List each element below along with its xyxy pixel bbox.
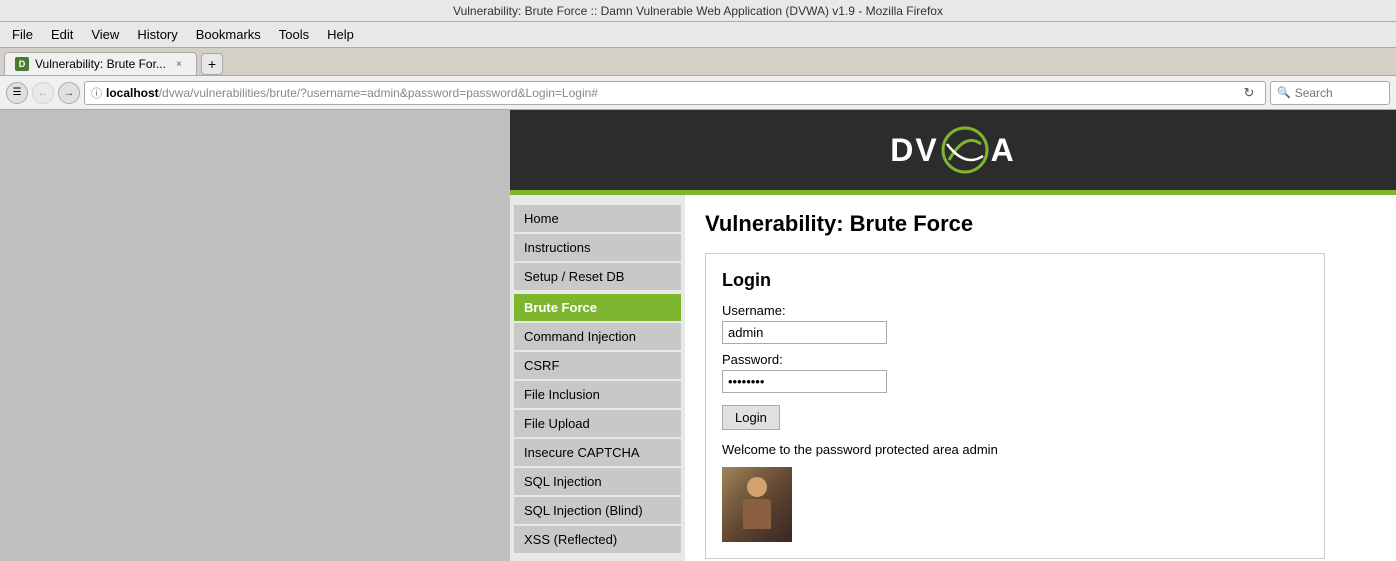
dvwa-logo-text2: A <box>991 132 1016 169</box>
sidebar-item-brute-force[interactable]: Brute Force <box>514 294 681 321</box>
menu-history[interactable]: History <box>129 25 185 44</box>
address-url: localhost/dvwa/vulnerabilities/brute/?us… <box>106 86 1235 100</box>
sidebar-item-file-upload[interactable]: File Upload <box>514 410 681 437</box>
back-button[interactable]: ← <box>32 82 54 104</box>
sidebar-section-vulns: Brute Force Command Injection CSRF File … <box>510 294 685 553</box>
info-icon: ⓘ <box>91 85 102 101</box>
address-bar: ☰ ← → ⓘ localhost/dvwa/vulnerabilities/b… <box>0 76 1396 110</box>
menu-help[interactable]: Help <box>319 25 362 44</box>
sidebar-item-instructions[interactable]: Instructions <box>514 234 681 261</box>
sidebar-item-setup[interactable]: Setup / Reset DB <box>514 263 681 290</box>
sidebar-item-insecure-captcha[interactable]: Insecure CAPTCHA <box>514 439 681 466</box>
user-image <box>722 467 792 542</box>
menu-bookmarks[interactable]: Bookmarks <box>188 25 269 44</box>
password-input[interactable] <box>722 370 887 393</box>
page-wrapper: DV A Home Instructions Setup / Reset DB <box>0 110 1396 561</box>
tab-close-button[interactable]: × <box>172 57 186 71</box>
menu-view[interactable]: View <box>83 25 127 44</box>
person-silhouette <box>737 477 777 532</box>
active-tab[interactable]: D Vulnerability: Brute For... × <box>4 52 197 75</box>
new-tab-button[interactable]: + <box>201 53 223 75</box>
login-button[interactable]: Login <box>722 405 780 430</box>
sidebar-item-sql-injection-blind[interactable]: SQL Injection (Blind) <box>514 497 681 524</box>
dvwa-header: DV A <box>510 110 1396 190</box>
sidebar-item-command-injection[interactable]: Command Injection <box>514 323 681 350</box>
welcome-text: Welcome to the password protected area a… <box>722 442 1308 457</box>
dvwa-swoosh-icon <box>939 124 991 176</box>
menu-file[interactable]: File <box>4 25 41 44</box>
tab-favicon: D <box>15 57 29 71</box>
forward-button[interactable]: → <box>58 82 80 104</box>
left-panel <box>0 110 510 561</box>
login-box: Login Username: Password: Login Welcome … <box>705 253 1325 559</box>
sidebar-item-home[interactable]: Home <box>514 205 681 232</box>
sidebar-item-csrf[interactable]: CSRF <box>514 352 681 379</box>
title-bar: Vulnerability: Brute Force :: Damn Vulne… <box>0 0 1396 22</box>
title-text: Vulnerability: Brute Force :: Damn Vulne… <box>453 4 943 18</box>
url-host: localhost <box>106 86 159 100</box>
menu-edit[interactable]: Edit <box>43 25 81 44</box>
sidebar: Home Instructions Setup / Reset DB Brute… <box>510 195 685 561</box>
search-input[interactable] <box>1295 86 1375 100</box>
tab-bar: D Vulnerability: Brute For... × + <box>0 48 1396 76</box>
content-area: Home Instructions Setup / Reset DB Brute… <box>510 195 1396 561</box>
address-input-wrapper[interactable]: ⓘ localhost/dvwa/vulnerabilities/brute/?… <box>84 81 1266 105</box>
dvwa-logo: DV A <box>890 124 1016 176</box>
search-icon: 🔍 <box>1277 86 1291 99</box>
dvwa-logo-text: DV <box>890 132 938 169</box>
search-box[interactable]: 🔍 <box>1270 81 1390 105</box>
menu-tools[interactable]: Tools <box>271 25 317 44</box>
sidebar-item-xss-reflected[interactable]: XSS (Reflected) <box>514 526 681 553</box>
main-content: Vulnerability: Brute Force Login Usernam… <box>685 195 1396 561</box>
url-path: /dvwa/vulnerabilities/brute/?username=ad… <box>159 86 598 100</box>
password-label: Password: <box>722 352 1308 367</box>
sidebar-section-main: Home Instructions Setup / Reset DB <box>510 205 685 290</box>
person-head <box>747 477 767 497</box>
tab-label: Vulnerability: Brute For... <box>35 57 166 71</box>
page-title: Vulnerability: Brute Force <box>705 211 1376 237</box>
reload-button[interactable]: ↻ <box>1239 83 1259 103</box>
profile-button[interactable]: ☰ <box>6 82 28 104</box>
sidebar-item-file-inclusion[interactable]: File Inclusion <box>514 381 681 408</box>
right-panel: DV A Home Instructions Setup / Reset DB <box>510 110 1396 561</box>
menu-bar: File Edit View History Bookmarks Tools H… <box>0 22 1396 48</box>
username-input[interactable] <box>722 321 887 344</box>
login-title: Login <box>722 270 1308 291</box>
sidebar-item-sql-injection[interactable]: SQL Injection <box>514 468 681 495</box>
person-body <box>743 499 771 529</box>
username-label: Username: <box>722 303 1308 318</box>
